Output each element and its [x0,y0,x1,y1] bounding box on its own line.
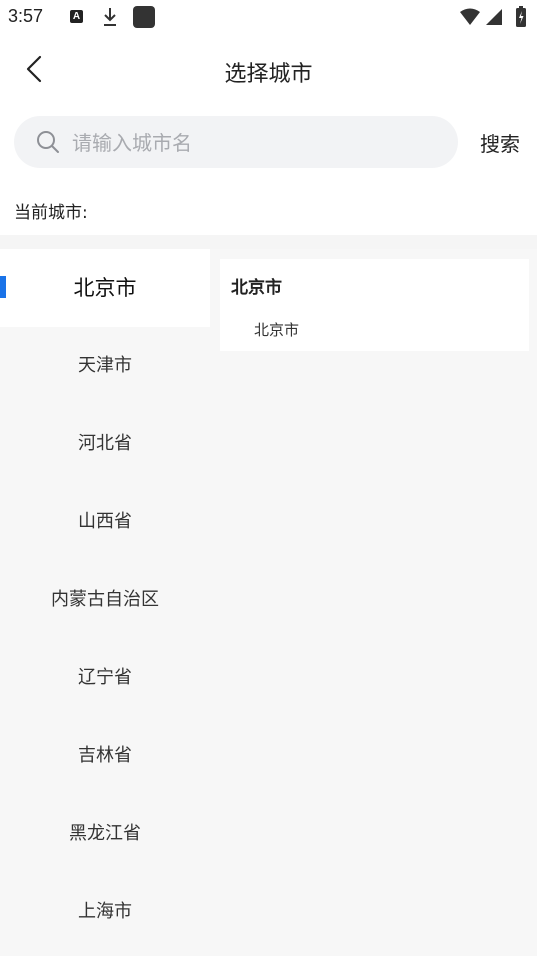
status-time: 3:57 [8,6,44,26]
province-item-heilongjiang[interactable]: 黑龙江省 [0,795,210,873]
province-item-label: 吉林省 [78,745,132,766]
a-notification-icon: A [70,10,83,23]
current-city-label: 当前城市: [14,203,88,223]
section-divider [0,235,537,249]
province-item-label: 内蒙古自治区 [51,589,159,610]
download-icon [104,8,116,26]
search-input[interactable] [70,124,444,162]
city-item[interactable]: 北京市 [254,319,299,340]
province-list: 北京市 天津市 河北省 山西省 内蒙古自治区 辽宁省 吉林省 黑龙江省 上海市 [0,249,210,956]
province-item-label: 山西省 [78,511,132,532]
city-picker-screen: 3:57 A 选择城市 搜索 当前城市: [0,0,537,956]
province-item-tianjin[interactable]: 天津市 [0,327,210,405]
status-bar: 3:57 A [0,0,537,36]
signal-icon [486,9,502,25]
province-item-neimenggu[interactable]: 内蒙古自治区 [0,561,210,639]
search-button[interactable]: 搜索 [470,128,530,158]
battery-icon [516,6,526,27]
province-item-jilin[interactable]: 吉林省 [0,717,210,795]
app-square-icon [133,6,155,28]
province-item-label: 河北省 [78,433,132,454]
search-box[interactable] [14,116,458,168]
province-item-label: 北京市 [73,276,137,300]
province-item-shanghai[interactable]: 上海市 [0,873,210,951]
province-item-hebei[interactable]: 河北省 [0,405,210,483]
province-item-label: 黑龙江省 [69,823,141,844]
page-title: 选择城市 [224,62,313,87]
city-group-title: 北京市 [231,278,282,298]
province-item-label: 天津市 [78,355,132,376]
search-icon [37,131,59,153]
wifi-icon [460,8,480,25]
header-bar: 选择城市 [0,40,537,102]
province-item-beijing[interactable]: 北京市 [0,249,210,327]
province-item-label: 辽宁省 [78,667,132,688]
province-item-liaoning[interactable]: 辽宁省 [0,639,210,717]
province-item-label: 上海市 [78,901,132,922]
active-indicator [0,276,6,298]
city-group-card: 北京市 北京市 [220,259,529,351]
city-panel: 北京市 北京市 [210,249,537,956]
province-item-shanxi[interactable]: 山西省 [0,483,210,561]
